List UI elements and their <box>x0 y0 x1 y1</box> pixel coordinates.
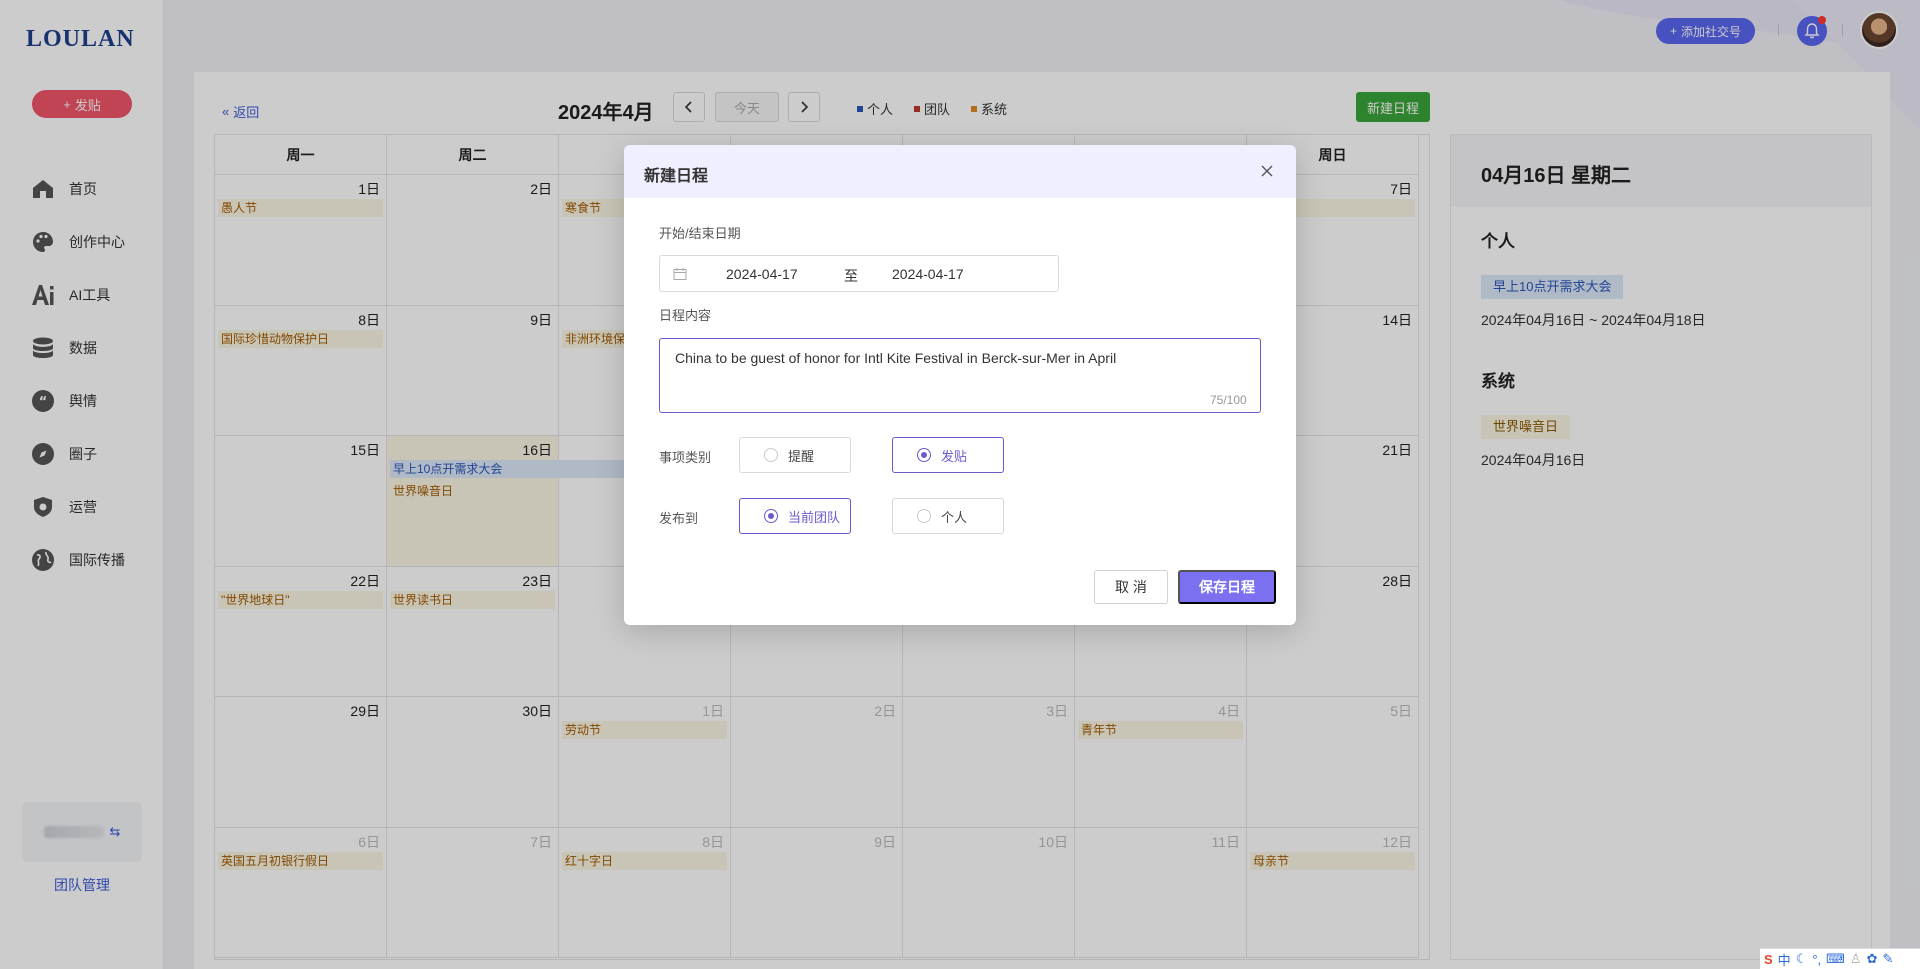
radio-label: 当前团队 <box>788 509 841 525</box>
radio-selected-icon <box>764 509 778 523</box>
type-option-reminder[interactable]: 提醒 <box>739 437 851 473</box>
radio-label: 个人 <box>941 509 968 525</box>
start-date-input[interactable]: 2024-04-17 <box>726 266 798 282</box>
publish-to-label: 发布到 <box>659 511 699 526</box>
user-icon[interactable]: ♙ <box>1850 951 1862 967</box>
new-event-dialog: 新建日程 开始/结束日期 2024-04-17 至 2024-04-17 日程内… <box>624 145 1296 625</box>
dialog-header <box>624 145 1296 198</box>
event-type-label: 事项类别 <box>659 450 712 465</box>
char-count: 75/100 <box>1210 393 1247 407</box>
event-content-textarea[interactable] <box>659 338 1261 413</box>
radio-icon <box>917 509 931 523</box>
radio-selected-icon <box>917 448 931 462</box>
close-button[interactable] <box>1258 162 1276 180</box>
publish-option-personal[interactable]: 个人 <box>892 498 1004 534</box>
type-option-post[interactable]: 发贴 <box>892 437 1004 473</box>
ime-toolbar: S 中 ☾ °, ⌨ ♙ ✿ ✎ <box>1760 948 1920 969</box>
date-separator: 至 <box>844 268 858 284</box>
dialog-title: 新建日程 <box>644 168 709 185</box>
content-label: 日程内容 <box>659 308 712 323</box>
ime-mode[interactable]: 中 <box>1778 950 1791 969</box>
close-icon <box>1261 165 1273 177</box>
date-range-label: 开始/结束日期 <box>659 226 741 241</box>
publish-option-team[interactable]: 当前团队 <box>739 498 851 534</box>
punct-icon[interactable]: °, <box>1812 952 1821 967</box>
calendar-icon <box>673 268 687 280</box>
save-event-button[interactable]: 保存日程 <box>1178 570 1276 604</box>
skin-icon[interactable]: ✿ <box>1867 951 1878 967</box>
sogou-icon[interactable]: S <box>1764 952 1773 967</box>
wrench-icon[interactable]: ✎ <box>1882 951 1893 967</box>
cancel-button[interactable]: 取 消 <box>1094 570 1168 604</box>
keyboard-icon[interactable]: ⌨ <box>1826 951 1845 967</box>
radio-label: 提醒 <box>788 448 815 464</box>
end-date-input[interactable]: 2024-04-17 <box>892 266 964 282</box>
radio-icon <box>764 448 778 462</box>
moon-icon[interactable]: ☾ <box>1796 951 1808 967</box>
radio-label: 发贴 <box>941 448 968 464</box>
date-range-picker[interactable]: 2024-04-17 至 2024-04-17 <box>659 255 1059 292</box>
